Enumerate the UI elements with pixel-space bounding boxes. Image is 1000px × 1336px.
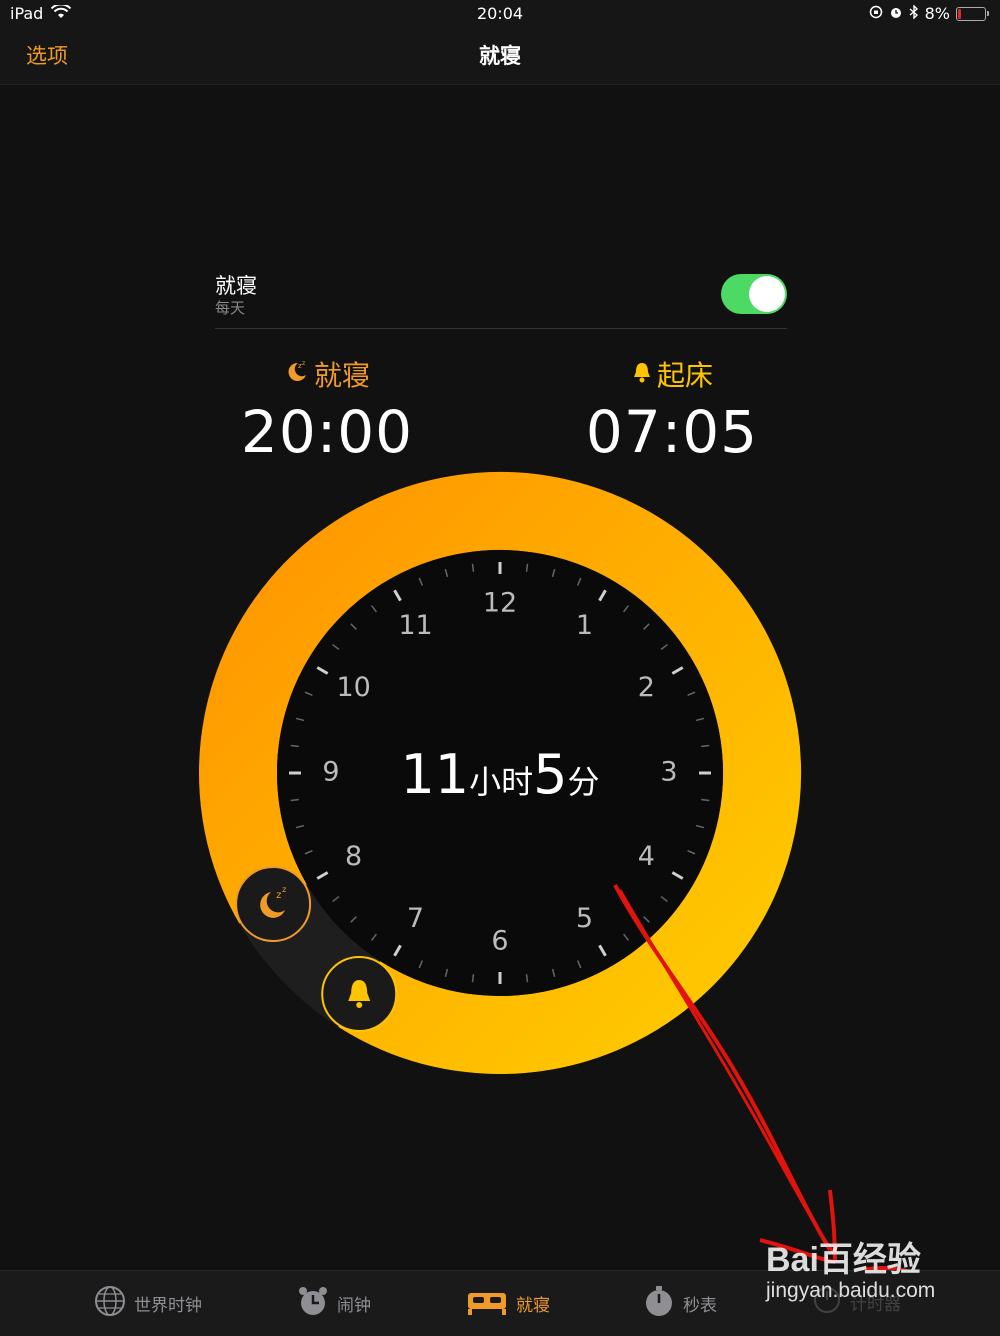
clock-number-5: 5 bbox=[576, 903, 593, 934]
sleep-dial: 12 1 2 3 4 5 6 7 8 9 10 11 11小时5分 z z bbox=[199, 472, 801, 1074]
tab-bedtime[interactable]: 就寝 bbox=[466, 1285, 550, 1322]
duration-hours-unit: 小时 bbox=[469, 763, 533, 801]
globe-icon bbox=[94, 1285, 126, 1322]
clock-tick bbox=[701, 744, 710, 748]
baidu-watermark: Bai百经验 jingyan.baidu.com bbox=[766, 1232, 935, 1303]
clock-tick bbox=[525, 974, 529, 983]
clock-tick bbox=[471, 974, 475, 983]
wake-handle[interactable] bbox=[321, 955, 398, 1032]
clock-tick bbox=[290, 798, 299, 802]
clock-number-3: 3 bbox=[660, 757, 677, 788]
watermark-url: jingyan.baidu.com bbox=[766, 1279, 936, 1302]
clock-number-8: 8 bbox=[345, 841, 362, 872]
clock-number-6: 6 bbox=[491, 926, 508, 957]
clock-number-2: 2 bbox=[638, 672, 655, 703]
clock-tick bbox=[290, 744, 299, 748]
tab-world-clock[interactable]: 世界时钟 bbox=[94, 1285, 202, 1322]
clock-tick bbox=[701, 798, 710, 802]
clock-number-9: 9 bbox=[322, 757, 339, 788]
clock-number-7: 7 bbox=[407, 903, 424, 934]
svg-text:z: z bbox=[282, 885, 286, 894]
bed-icon bbox=[466, 1285, 508, 1322]
alarm-clock-icon bbox=[297, 1285, 329, 1322]
tab-label-world-clock: 世界时钟 bbox=[134, 1296, 202, 1316]
watermark-logo: Bai百经验 bbox=[766, 1241, 921, 1279]
clock-tick bbox=[525, 563, 529, 572]
clock-number-10: 10 bbox=[336, 672, 370, 703]
tab-stopwatch[interactable]: 秒表 bbox=[643, 1285, 717, 1322]
tab-label-stopwatch: 秒表 bbox=[683, 1296, 717, 1316]
tab-alarm[interactable]: 闹钟 bbox=[297, 1285, 371, 1322]
clock-tick bbox=[471, 563, 475, 572]
clock-number-11: 11 bbox=[398, 610, 432, 641]
bedtime-handle[interactable]: z z bbox=[235, 866, 312, 942]
clock-number-1: 1 bbox=[576, 610, 593, 641]
tab-label-alarm: 闹钟 bbox=[337, 1296, 371, 1316]
stopwatch-icon bbox=[643, 1285, 675, 1322]
duration-minutes: 5 bbox=[533, 743, 567, 806]
tab-label-bedtime: 就寝 bbox=[516, 1296, 550, 1316]
clock-number-4: 4 bbox=[638, 841, 655, 872]
clock-number-12: 12 bbox=[483, 588, 517, 619]
duration-hours: 11 bbox=[400, 743, 469, 806]
svg-text:z: z bbox=[276, 890, 281, 901]
duration-minutes-unit: 分 bbox=[568, 763, 600, 801]
